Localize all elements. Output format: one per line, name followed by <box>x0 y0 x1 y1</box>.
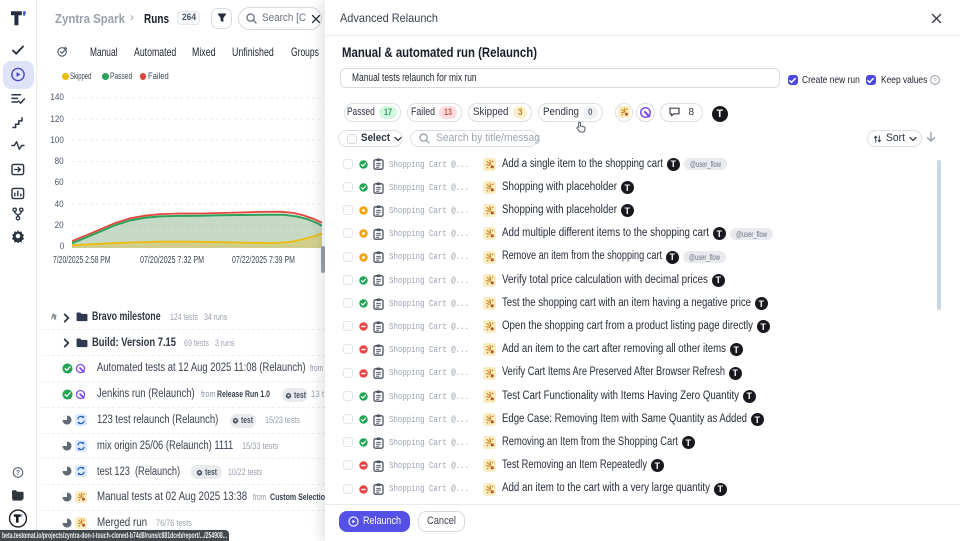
svg-text:?: ? <box>16 470 20 477</box>
svg-text:?: ? <box>933 77 937 84</box>
